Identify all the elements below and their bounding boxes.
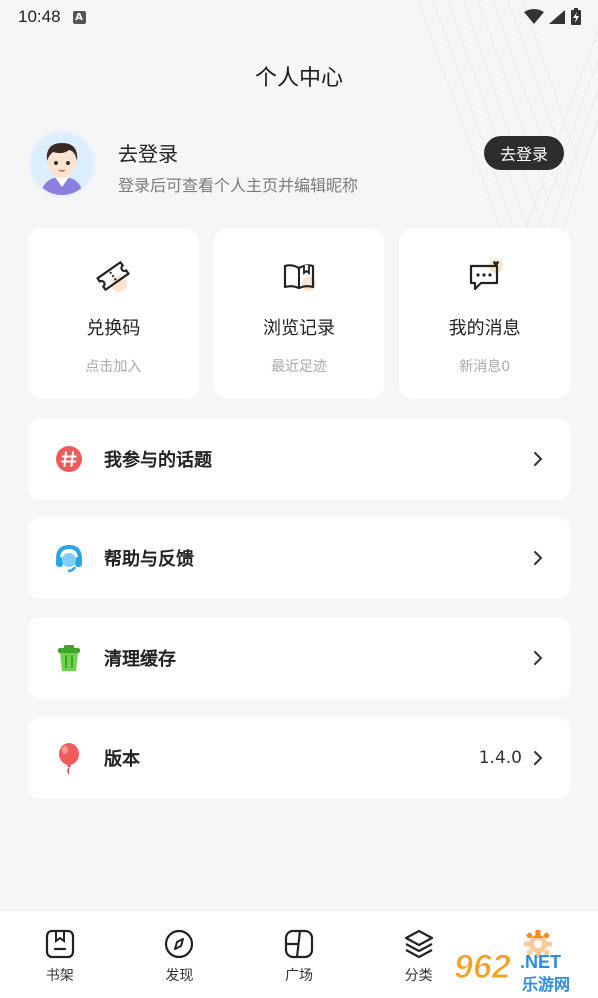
status-indicators [524, 8, 582, 26]
avatar[interactable] [28, 130, 96, 198]
card-subtitle: 新消息0 [459, 359, 511, 375]
row-label: 清理缓存 [104, 649, 176, 670]
battery-icon [571, 8, 581, 25]
avatar-illustration [31, 133, 93, 195]
card-title: 兑换码 [86, 318, 141, 339]
balloon-icon [54, 743, 84, 774]
profile-subtitle: 登录后可查看个人主页并编辑昵称 [118, 176, 359, 195]
profile-name[interactable]: 去登录 [118, 138, 178, 167]
quick-cards: 兑换码 点击加入 浏览记录 最近足迹 我的消息 新消息0 [28, 228, 571, 399]
card-subtitle: 点击加入 [85, 359, 142, 375]
compass-icon [165, 929, 194, 959]
tab-label: 书架 [45, 968, 74, 984]
tab-discover[interactable]: 发现 [120, 911, 240, 998]
tab-square[interactable]: 广场 [239, 911, 359, 998]
chevron-right-icon [534, 651, 543, 665]
trash-icon [54, 643, 84, 673]
row-help-feedback[interactable]: 帮助与反馈 [28, 517, 570, 599]
row-my-topics[interactable]: 我参与的话题 [28, 418, 570, 500]
chevron-right-icon [534, 551, 543, 565]
wifi-icon [524, 9, 544, 24]
svg-text:962: 962 [454, 948, 511, 986]
signal-icon [549, 10, 565, 24]
profile-section: 去登录 登录后可查看个人主页并编辑昵称 去登录 [28, 130, 570, 200]
login-button[interactable]: 去登录 [484, 136, 564, 170]
tab-label: 广场 [284, 968, 313, 984]
tab-label: 分类 [404, 968, 433, 984]
book-icon [279, 256, 319, 296]
tab-label: 发现 [165, 968, 194, 984]
bookshelf-icon [45, 929, 74, 959]
ticket-icon [93, 256, 133, 296]
svg-text:.NET: .NET [520, 952, 561, 972]
card-browse-history[interactable]: 浏览记录 最近足迹 [213, 228, 385, 399]
version-value: 1.4.0 [478, 748, 522, 768]
hashtag-icon [54, 444, 84, 474]
row-label: 我参与的话题 [104, 450, 212, 471]
row-label: 帮助与反馈 [104, 549, 194, 570]
message-icon [465, 256, 505, 296]
card-my-messages[interactable]: 我的消息 新消息0 [399, 228, 571, 399]
chevron-right-icon [534, 452, 543, 466]
row-clear-cache[interactable]: 清理缓存 [28, 617, 570, 699]
card-subtitle: 最近足迹 [271, 359, 327, 375]
row-version[interactable]: 版本 1.4.0 [28, 717, 570, 799]
notification-a-icon: A [72, 10, 86, 24]
watermark-logo: 962 .NET 乐游网 [448, 938, 598, 998]
headset-icon [54, 543, 84, 573]
square-icon [284, 929, 314, 959]
row-label: 版本 [104, 749, 140, 770]
svg-text:乐游网: 乐游网 [522, 975, 570, 994]
card-title: 浏览记录 [263, 318, 335, 339]
status-time: 10:48 [18, 7, 61, 26]
page-title: 个人中心 [254, 66, 343, 91]
status-bar: 10:48 A [0, 0, 598, 34]
card-redeem-code[interactable]: 兑换码 点击加入 [28, 228, 199, 399]
card-title: 我的消息 [448, 318, 521, 339]
layers-icon [404, 929, 433, 959]
tab-bookshelf[interactable]: 书架 [0, 911, 120, 998]
chevron-right-icon [534, 751, 543, 765]
